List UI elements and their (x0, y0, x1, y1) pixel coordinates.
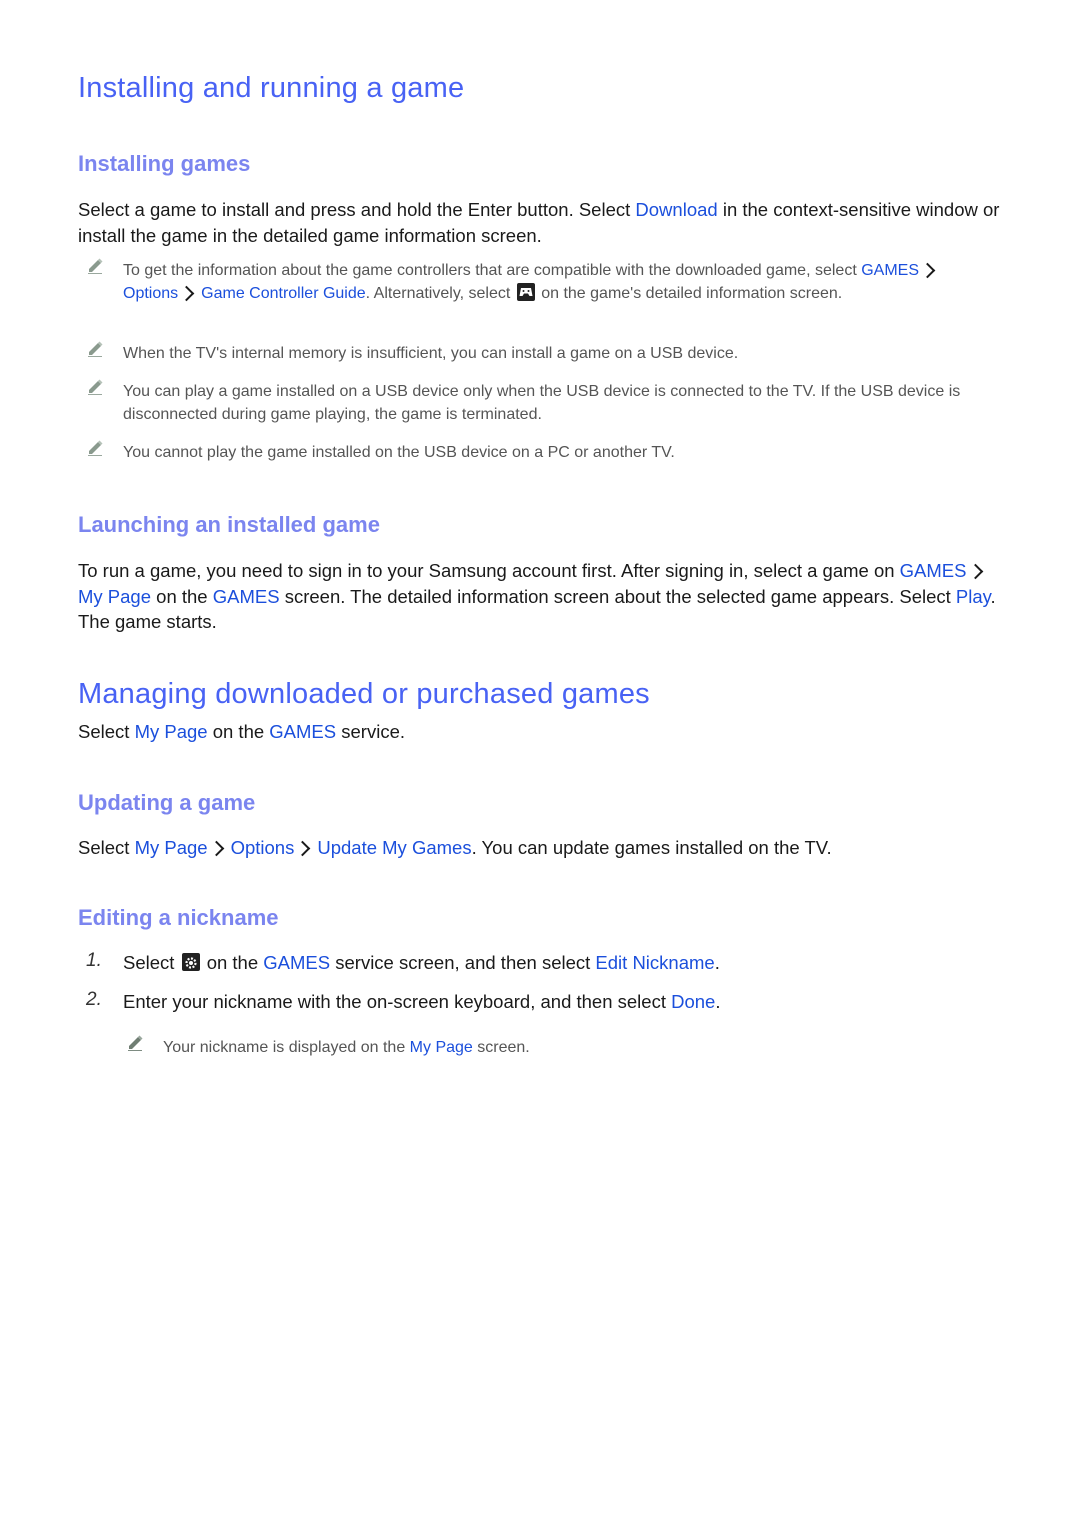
step-number: 2. (86, 989, 102, 1010)
text: service. (336, 721, 406, 742)
update-my-games-link[interactable]: Update My Games (317, 837, 471, 858)
chevron-right-icon (208, 840, 224, 857)
step-number: 1. (86, 950, 102, 971)
text: screen. The detailed information screen … (279, 585, 956, 607)
step-text: Select on the GAMES service screen, and … (123, 950, 720, 975)
text: Select (123, 952, 180, 973)
installing-paragraph: Select a game to install and press and h… (78, 197, 1008, 248)
text: . (715, 991, 721, 1012)
gamepad-icon[interactable] (516, 283, 535, 301)
pencil-note-icon (88, 440, 103, 456)
games-link[interactable]: GAMES (269, 721, 336, 742)
pencil-note-icon (88, 341, 103, 357)
note-text: To get the information about the game co… (123, 259, 983, 305)
games-link[interactable]: GAMES (900, 560, 967, 581)
text: . (714, 952, 720, 973)
text: on the game's detailed information scree… (536, 285, 843, 302)
note-text: You cannot play the game installed on th… (123, 444, 675, 461)
updating-paragraph: Select My Page Options Update My Games. Yo… (78, 835, 1008, 861)
chevron-right-icon (178, 285, 195, 302)
game-controller-guide-link[interactable]: Game Controller Guide (201, 285, 366, 302)
text: To get the information about the game co… (123, 262, 862, 279)
edit-nickname-link[interactable]: Edit Nickname (595, 952, 714, 973)
chevron-right-icon (295, 840, 311, 857)
text: Select (78, 721, 135, 742)
pencil-note-icon (88, 258, 103, 274)
step-1: 1. Select on the GAMES service screen, a… (78, 950, 1008, 976)
text: on the (151, 585, 213, 607)
games-link[interactable]: GAMES (213, 586, 280, 607)
section-title-managing-games: Managing downloaded or purchased games (78, 678, 650, 710)
text: . You can update games installed on the … (471, 837, 832, 858)
my-page-link[interactable]: My Page (78, 586, 151, 607)
done-link[interactable]: Done (671, 991, 715, 1012)
section-title-installing-running: Installing and running a game (78, 72, 465, 104)
my-page-link[interactable]: My Page (135, 721, 208, 742)
play-link[interactable]: Play (956, 586, 991, 607)
launching-paragraph: To run a game, you need to sign in to yo… (78, 558, 1008, 635)
step-text: Enter your nickname with the on-screen k… (123, 989, 720, 1014)
step-2: 2. Enter your nickname with the on-scree… (78, 989, 1008, 1015)
pencil-note-icon (128, 1035, 143, 1051)
subheading-updating-game: Updating a game (78, 790, 256, 815)
text: screen. (472, 1039, 530, 1056)
chevron-right-icon (919, 262, 936, 279)
text: Select (78, 837, 135, 858)
note-text: When the TV's internal memory is insuffi… (123, 345, 739, 362)
my-page-link[interactable]: My Page (135, 837, 208, 858)
managing-intro: Select My Page on the GAMES service. (78, 719, 1008, 745)
download-link[interactable]: Download (635, 199, 717, 220)
text: on the (201, 952, 264, 973)
games-link[interactable]: GAMES (861, 262, 919, 279)
text: To run a game, you need to sign in to yo… (78, 560, 900, 581)
settings-icon[interactable] (181, 953, 200, 971)
chevron-right-icon (967, 563, 983, 580)
subheading-installing-games: Installing games (78, 151, 251, 176)
pencil-note-icon (88, 379, 103, 395)
text: Select a game to install and press and h… (78, 199, 636, 220)
my-page-link[interactable]: My Page (410, 1039, 473, 1056)
note-text: Your nickname is displayed on the My Pag… (163, 1036, 1023, 1059)
text: service screen, and then select (330, 952, 596, 973)
text: on the (207, 721, 270, 742)
subheading-editing-nickname: Editing a nickname (78, 905, 279, 930)
subheading-launching-game: Launching an installed game (78, 512, 380, 537)
text: Enter your nickname with the on-screen k… (123, 991, 672, 1012)
options-link[interactable]: Options (123, 285, 178, 302)
options-link[interactable]: Options (231, 837, 295, 858)
games-link[interactable]: GAMES (263, 952, 330, 973)
text: Your nickname is displayed on the (163, 1039, 410, 1056)
note-text: You can play a game installed on a USB d… (123, 383, 961, 423)
text: . Alternatively, select (365, 285, 515, 302)
